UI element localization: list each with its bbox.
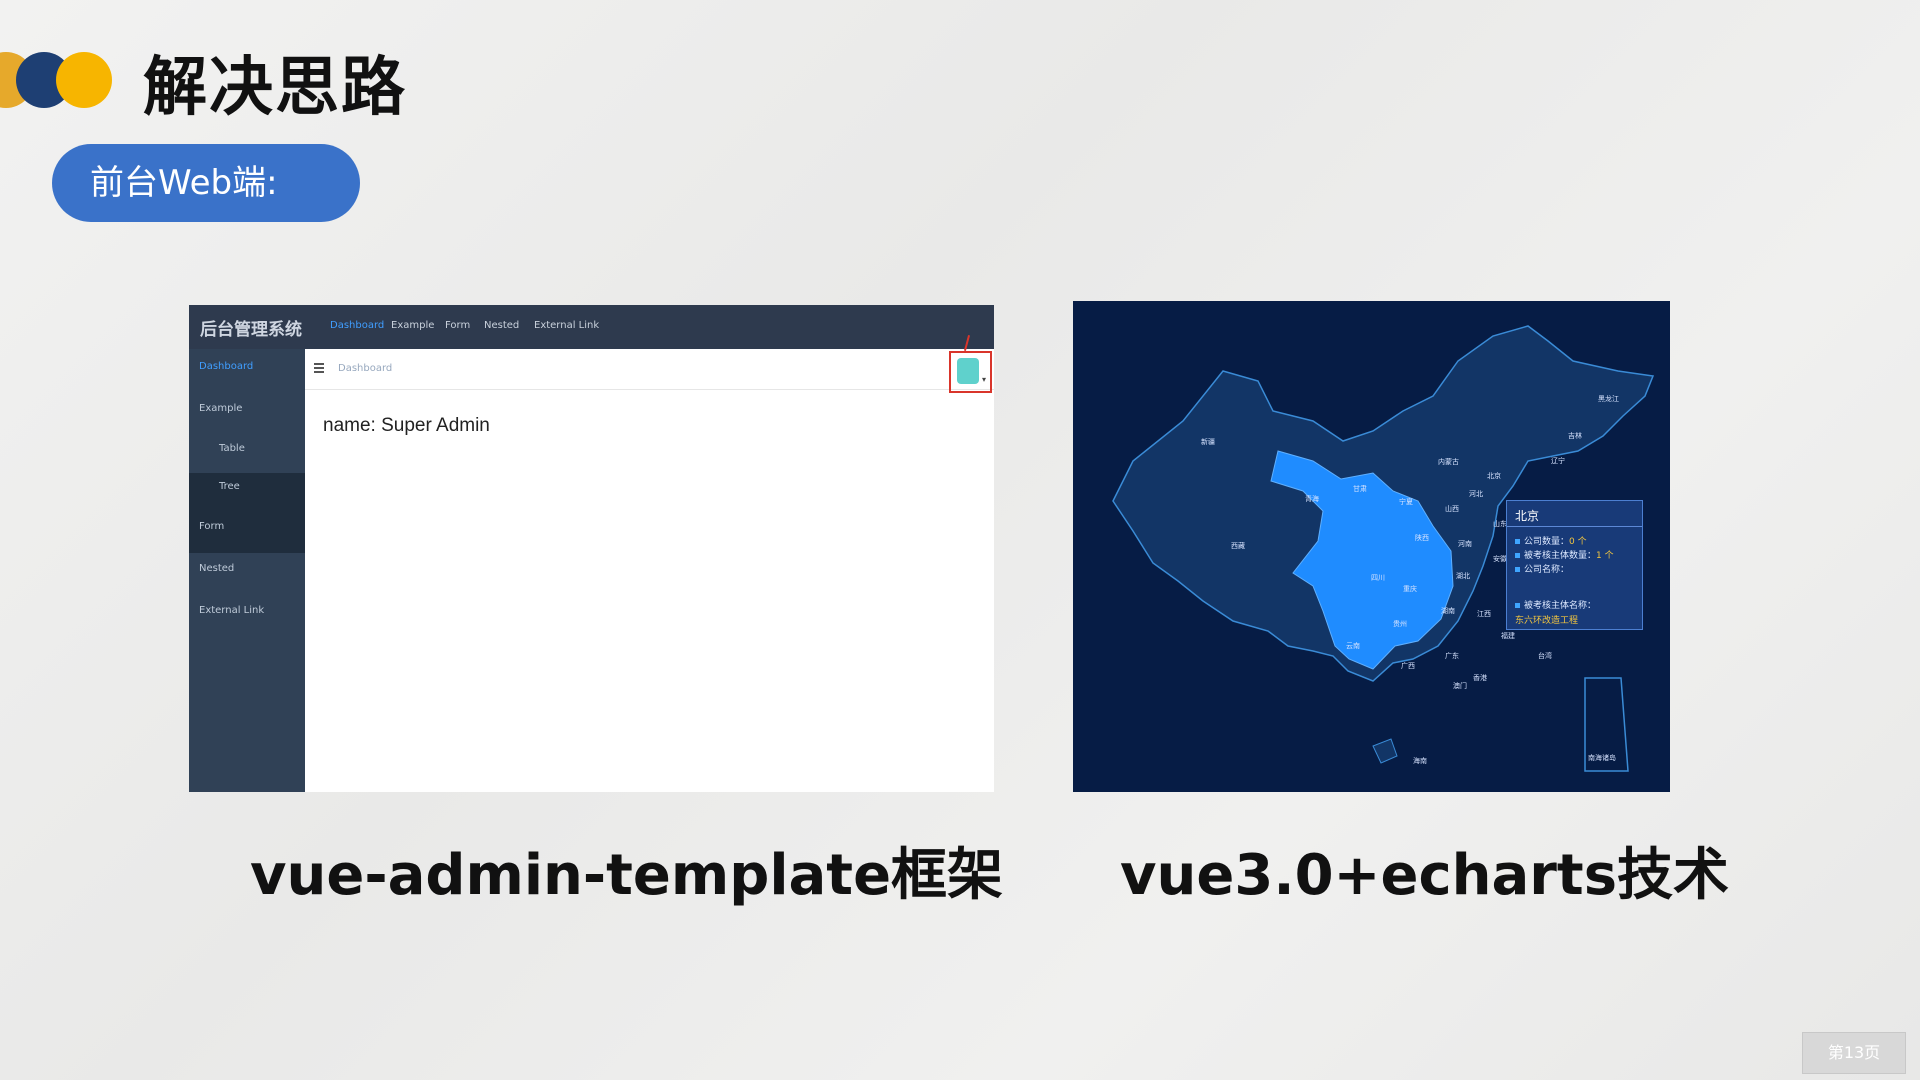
map-label-beijing: 北京 <box>1487 472 1501 480</box>
map-label-jilin: 吉林 <box>1568 432 1582 440</box>
section-pill: 前台Web端: <box>52 144 360 222</box>
admin-topbar: 后台管理系统 Dashboard Example Form Nested Ext… <box>189 305 994 349</box>
admin-breadcrumb: Dashboard <box>338 363 393 374</box>
map-label-guizhou: 贵州 <box>1393 620 1407 628</box>
caret-down-icon: ▾ <box>981 375 986 384</box>
admin-content-text: name: Super Admin <box>323 415 490 436</box>
map-label-gansu: 甘肃 <box>1353 485 1367 493</box>
map-label-yunnan: 云南 <box>1346 642 1360 650</box>
admin-side-nested: Nested <box>199 563 235 574</box>
admin-navbar: Dashboard ▾ <box>305 335 994 393</box>
admin-brand: 后台管理系统 <box>200 320 302 340</box>
tooltip-title: 北京 <box>1515 509 1540 523</box>
decor-circle-yellow <box>56 52 112 108</box>
map-label-jiangxi: 江西 <box>1477 610 1491 618</box>
tooltip-link: 东六环改造工程 <box>1515 616 1579 626</box>
tooltip-divider <box>1507 526 1642 527</box>
map-label-shanxi: 山西 <box>1445 505 1459 513</box>
tooltip-row: 公司名称： <box>1515 562 1569 575</box>
admin-side-dashboard: Dashboard <box>199 361 254 372</box>
map-label-ningxia: 宁夏 <box>1399 498 1413 506</box>
map-label-henan: 河南 <box>1458 540 1472 548</box>
admin-side-external-link: External Link <box>199 605 265 616</box>
avatar-highlight: ▾ <box>949 335 992 393</box>
map-label-hainan: 海南 <box>1413 757 1427 765</box>
admin-nav-nested: Nested <box>484 320 520 331</box>
map-label-taiwan: 台湾 <box>1538 652 1552 660</box>
map-label-liaoning: 辽宁 <box>1551 457 1565 465</box>
admin-side-table: Table <box>219 443 245 454</box>
admin-side-form: Form <box>199 521 225 532</box>
admin-side-example: Example <box>199 403 243 414</box>
map-label-nanhai: 南海诸岛 <box>1588 754 1616 762</box>
map-label-hebei: 河北 <box>1469 490 1483 498</box>
admin-template-screenshot: 后台管理系统 Dashboard Example Form Nested Ext… <box>189 305 994 792</box>
map-label-guangdong: 广东 <box>1445 652 1459 660</box>
map-label-chongqing: 重庆 <box>1403 585 1417 593</box>
tooltip-row: 公司数量：0 个 <box>1515 534 1587 547</box>
china-map-screenshot: 新疆 西藏 青海 甘肃 内蒙古 黑龙江 吉林 辽宁 北京 河北 山西 宁夏 陕西… <box>1073 301 1670 792</box>
map-label-aomen: 澳门 <box>1453 682 1467 690</box>
map-label-fujian: 福建 <box>1501 632 1515 640</box>
page-number-badge: 第13页 <box>1802 1032 1906 1074</box>
caption-right: vue3.0+echarts技术 <box>1120 843 1730 908</box>
admin-nav-external-link: External Link <box>534 320 600 331</box>
admin-side-tree: Tree <box>219 481 240 492</box>
map-label-shandong: 山东 <box>1493 520 1507 528</box>
tooltip-row: 被考核主体名称： <box>1515 598 1596 611</box>
map-label-qinghai: 青海 <box>1305 495 1319 503</box>
map-label-heilongjiang: 黑龙江 <box>1598 395 1619 403</box>
map-label-neimenggu: 内蒙古 <box>1438 458 1459 466</box>
admin-nav-dashboard: Dashboard <box>330 320 385 331</box>
slide-title: 解决思路 <box>143 51 407 125</box>
map-label-guangxi: 广西 <box>1401 662 1415 670</box>
admin-sidebar: Dashboard Example Table Tree Form Nested… <box>189 349 305 792</box>
map-tooltip: 北京 公司数量：0 个 被考核主体数量：1 个 公司名称： 被考核主体名称： 东… <box>1506 500 1643 630</box>
admin-sidebar-submenu <box>189 473 305 553</box>
admin-nav-form: Form <box>445 320 471 331</box>
hamburger-icon <box>314 363 324 373</box>
tooltip-row: 被考核主体数量：1 个 <box>1515 548 1614 561</box>
map-label-xinjiang: 新疆 <box>1201 438 1215 446</box>
map-label-anhui: 安徽 <box>1493 555 1507 563</box>
map-label-hunan: 湖南 <box>1441 607 1455 615</box>
caption-left: vue-admin-template框架 <box>250 843 1004 908</box>
map-label-hubei: 湖北 <box>1456 572 1470 580</box>
map-label-xizang: 西藏 <box>1231 542 1245 550</box>
map-label-shaanxi: 陕西 <box>1415 534 1429 542</box>
map-label-xianggang: 香港 <box>1473 674 1487 682</box>
admin-nav-example: Example <box>391 320 435 331</box>
avatar <box>957 358 979 384</box>
map-label-sichuan: 四川 <box>1371 574 1385 582</box>
